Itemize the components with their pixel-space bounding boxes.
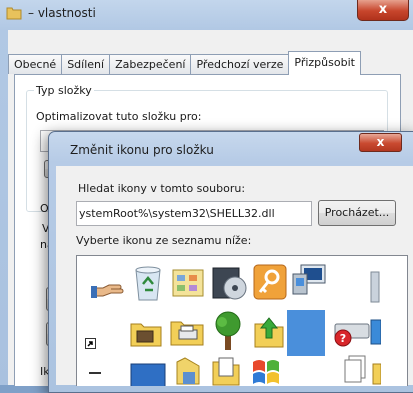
svg-text:?: ? [340, 332, 346, 345]
change-icon-dialog-title: Změnit ikonu pro složku [70, 143, 214, 157]
partial-icon-right[interactable] [369, 270, 381, 304]
partial-monitor-icon[interactable] [369, 316, 381, 350]
documents-stack-icon[interactable] [339, 354, 369, 386]
colored-window-icon[interactable] [249, 356, 283, 386]
scanner-icon[interactable] [169, 316, 205, 348]
partial-folder-icon[interactable] [371, 360, 381, 386]
properties-close-button[interactable]: x [357, 0, 409, 21]
properties-tabs: Obecné Sdílení Zabezpečení Předchozí ver… [8, 51, 361, 75]
select-icon-label: Vyberte ikonu ze seznamu níže: [76, 234, 252, 247]
sharing-hand-icon[interactable] [91, 276, 125, 304]
monitor-icon[interactable] [129, 360, 167, 386]
partial-bar-icon[interactable] [89, 372, 101, 380]
icon-list[interactable]: ? [76, 255, 408, 386]
browse-button[interactable]: Procházet... [318, 200, 396, 226]
key-icon[interactable] [253, 264, 287, 300]
recycle-bin-icon[interactable] [133, 264, 163, 302]
folder-icon [6, 7, 22, 20]
look-for-icons-label: Hledat ikony v tomto souboru: [78, 182, 246, 195]
media-disc-icon[interactable] [211, 264, 247, 302]
shortcut-arrow-icon[interactable] [85, 338, 96, 349]
tab-customize[interactable]: Přizpůsobit [288, 51, 361, 75]
tab-previous-versions[interactable]: Předchozí verze [190, 54, 290, 74]
drive-error-icon[interactable]: ? [331, 320, 371, 348]
tab-security[interactable]: Zabezpečení [109, 54, 192, 74]
tab-general[interactable]: Obecné [8, 54, 63, 74]
tree-icon[interactable] [211, 310, 245, 352]
optimize-for-label: Optimalizovat tuto složku pro: [36, 110, 202, 123]
document-folder-icon[interactable] [211, 354, 241, 386]
network-computer-icon[interactable] [291, 262, 327, 298]
icon-file-input[interactable]: ystemRoot%\system32\SHELL32.dll [76, 201, 312, 226]
control-panel-icon[interactable] [171, 266, 205, 300]
briefcase-folder-icon[interactable] [129, 318, 163, 348]
change-icon-close-button[interactable]: x [359, 133, 402, 152]
tab-sharing[interactable]: Sdílení [61, 54, 111, 74]
blank-selected-icon[interactable] [287, 310, 325, 356]
folder-upload-icon[interactable] [253, 314, 285, 350]
printer-icon[interactable] [173, 356, 203, 386]
folder-type-group-label: Typ složky [34, 84, 94, 97]
properties-window-title: – vlastnosti [28, 6, 96, 20]
